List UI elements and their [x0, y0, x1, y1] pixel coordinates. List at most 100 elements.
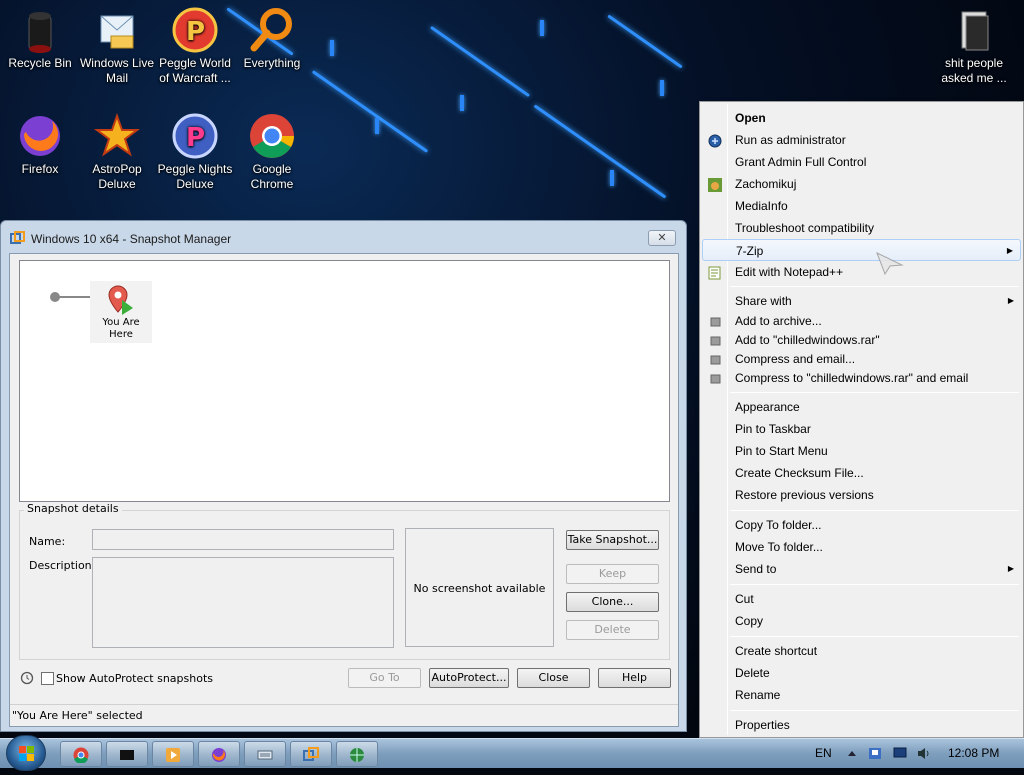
- menu-item-move-to-folder[interactable]: Move To folder...: [702, 536, 1021, 558]
- show-autoprotect-checkbox[interactable]: [41, 672, 54, 685]
- menu-item-notepadpp[interactable]: Edit with Notepad++: [702, 261, 1021, 283]
- tray-flag-icon[interactable]: [868, 747, 882, 760]
- menu-item-pin-taskbar[interactable]: Pin to Taskbar: [702, 418, 1021, 440]
- menu-item-label: Troubleshoot compatibility: [735, 221, 874, 235]
- taskbar-button-keyboard[interactable]: [244, 741, 286, 767]
- mouse-pointer-icon: [876, 252, 904, 276]
- window-close-button[interactable]: ✕: [648, 230, 676, 246]
- chrome-icon: [73, 747, 89, 764]
- autoprotect-button[interactable]: AutoProtect...: [429, 668, 509, 688]
- menu-item-copy[interactable]: Copy: [702, 610, 1021, 632]
- peggle-icon: P: [171, 112, 219, 160]
- snapshot-manager-window: Windows 10 x64 - Snapshot Manager ✕ You …: [0, 220, 687, 732]
- volume-icon[interactable]: [917, 747, 931, 760]
- node-label: You Are Here: [102, 317, 140, 340]
- start-button[interactable]: [6, 735, 46, 771]
- menu-item-properties[interactable]: Properties: [702, 714, 1021, 736]
- desktop-icon-google-chrome[interactable]: Google Chrome: [232, 112, 312, 192]
- desktop-icon-peggle-nights[interactable]: P Peggle Nights Deluxe: [155, 112, 235, 192]
- clone-button[interactable]: Clone...: [566, 592, 659, 612]
- menu-item-cut[interactable]: Cut: [702, 588, 1021, 610]
- menu-item-label: Pin to Start Menu: [735, 444, 828, 458]
- location-pin-icon: [90, 281, 152, 317]
- desktop-icon-recycle-bin[interactable]: Recycle Bin: [0, 6, 80, 71]
- menu-item-label: Pin to Taskbar: [735, 422, 811, 436]
- take-snapshot-button[interactable]: Take Snapshot...: [566, 530, 659, 550]
- taskbar-button-vmware[interactable]: [290, 741, 332, 767]
- desktop-icon-label: shit people asked me ...: [941, 56, 1007, 85]
- desktop-icon-everything[interactable]: Everything: [232, 6, 312, 71]
- description-field[interactable]: [92, 557, 394, 648]
- vmware-icon: [303, 747, 319, 763]
- taskbar-button-chrome[interactable]: [60, 741, 102, 767]
- menu-item-label: MediaInfo: [735, 199, 788, 213]
- menu-item-label: Restore previous versions: [735, 488, 874, 502]
- show-hidden-icons-icon[interactable]: [845, 747, 859, 760]
- taskbar-button-network[interactable]: [336, 741, 378, 767]
- wallpaper-streak: [607, 14, 683, 69]
- delete-button[interactable]: Delete: [566, 620, 659, 640]
- keep-button[interactable]: Keep: [566, 564, 659, 584]
- language-indicator[interactable]: EN: [815, 746, 832, 760]
- close-button[interactable]: Close: [517, 668, 590, 688]
- tray-display-icon[interactable]: [893, 747, 907, 760]
- snapshot-tree[interactable]: You Are Here: [19, 260, 670, 502]
- menu-item-checksum[interactable]: Create Checksum File...: [702, 462, 1021, 484]
- name-label: Name:: [29, 535, 66, 548]
- go-to-button[interactable]: Go To: [348, 668, 421, 688]
- desktop-icon-label: Peggle Nights Deluxe: [157, 162, 233, 191]
- menu-item-zachomikuj[interactable]: Zachomikuj: [702, 173, 1021, 195]
- menu-item-label: Grant Admin Full Control: [735, 155, 867, 169]
- menu-item-label: 7-Zip: [736, 244, 764, 258]
- screenshot-preview: No screenshot available: [405, 528, 554, 647]
- menu-item-mediainfo[interactable]: MediaInfo: [702, 195, 1021, 217]
- wallpaper-dash: [660, 80, 664, 96]
- clock[interactable]: 12:08 PM: [948, 746, 999, 760]
- media-player-icon: [165, 747, 181, 763]
- menu-item-appearance[interactable]: Appearance: [702, 396, 1021, 418]
- desktop-icon-firefox[interactable]: Firefox: [0, 112, 80, 177]
- status-bar: "You Are Here" selected: [10, 704, 678, 726]
- menu-item-grant-admin[interactable]: Grant Admin Full Control: [702, 151, 1021, 173]
- menu-item-send-to[interactable]: Send to ▶: [702, 558, 1021, 580]
- menu-item-troubleshoot[interactable]: Troubleshoot compatibility: [702, 217, 1021, 239]
- firefox-icon: [16, 112, 64, 160]
- submenu-arrow-icon: ▶: [1007, 564, 1014, 573]
- snapshot-details-label: Snapshot details: [24, 502, 122, 515]
- menu-item-share-with[interactable]: Share with ▶: [702, 290, 1021, 312]
- menu-item-create-shortcut[interactable]: Create shortcut: [702, 640, 1021, 662]
- menu-item-rename[interactable]: Rename: [702, 684, 1021, 706]
- window-title: Windows 10 x64 - Snapshot Manager: [31, 232, 232, 246]
- winrar-icon: [708, 314, 722, 328]
- window-titlebar[interactable]: Windows 10 x64 - Snapshot Manager ✕: [1, 221, 686, 255]
- menu-item-restore-versions[interactable]: Restore previous versions: [702, 484, 1021, 506]
- menu-item-7zip[interactable]: 7-Zip ▶: [702, 239, 1021, 261]
- menu-item-label: Create Checksum File...: [735, 466, 864, 480]
- desktop-icon-windows-live-mail[interactable]: Windows Live Mail: [77, 6, 157, 86]
- you-are-here-node[interactable]: You Are Here: [90, 281, 152, 343]
- taskbar-button-media-player[interactable]: [152, 741, 194, 767]
- name-field[interactable]: [92, 529, 394, 550]
- menu-item-run-as-admin[interactable]: Run as administrator: [702, 129, 1021, 151]
- menu-item-delete[interactable]: Delete: [702, 662, 1021, 684]
- menu-item-compress-to-rar-email[interactable]: Compress to "chilledwindows.rar" and ema…: [702, 367, 1021, 389]
- menu-separator: [730, 584, 1019, 585]
- submenu-arrow-icon: ▶: [1006, 246, 1013, 255]
- menu-item-label: Copy: [735, 614, 764, 628]
- taskbar-button-terminal[interactable]: [106, 741, 148, 767]
- menu-item-label: Copy To folder...: [735, 518, 822, 532]
- menu-item-label: Send to: [735, 562, 777, 576]
- desktop-icon-peggle-wow[interactable]: P Peggle World of Warcraft ...: [155, 6, 235, 86]
- wallpaper-dash: [540, 20, 544, 36]
- wallpaper-streak: [429, 25, 531, 98]
- menu-item-copy-to-folder[interactable]: Copy To folder...: [702, 514, 1021, 536]
- menu-item-label: Compress to "chilledwindows.rar" and ema…: [735, 371, 969, 385]
- desktop-icon-astropop[interactable]: AstroPop Deluxe: [77, 112, 157, 192]
- terminal-icon: [119, 747, 135, 763]
- taskbar-button-firefox[interactable]: [198, 741, 240, 767]
- magnifier-icon: [248, 6, 296, 54]
- menu-item-pin-start[interactable]: Pin to Start Menu: [702, 440, 1021, 462]
- menu-item-open[interactable]: Open: [702, 107, 1021, 129]
- help-button[interactable]: Help: [598, 668, 671, 688]
- desktop-icon-folder[interactable]: shit people asked me ...: [934, 6, 1014, 86]
